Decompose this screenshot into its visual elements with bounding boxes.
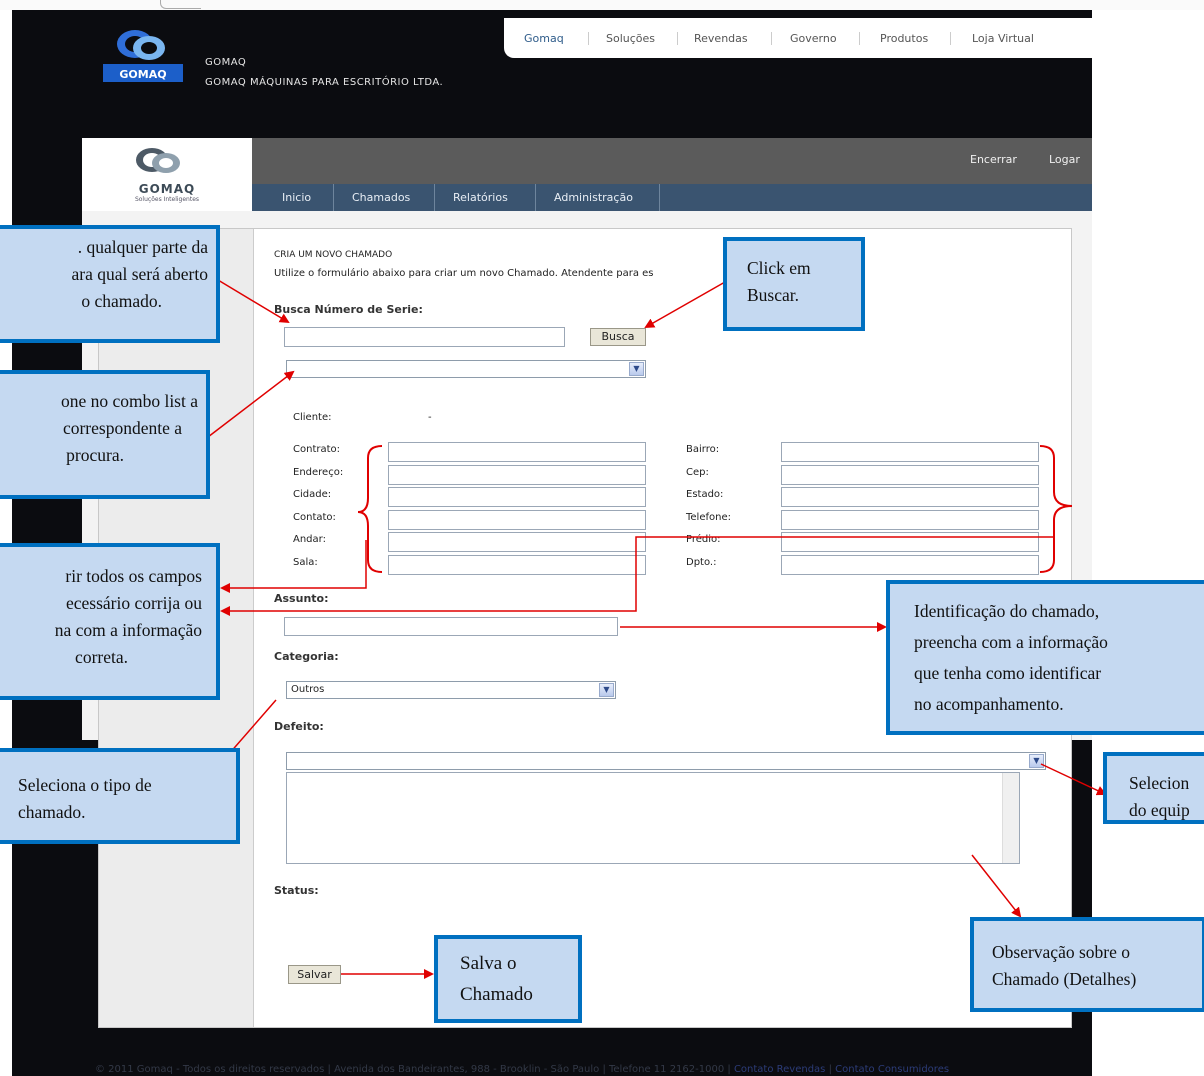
callout-serie-line1: . qualquer parte da <box>77 237 208 257</box>
callout-assunto-line1: Identificação do chamado, <box>914 601 1100 621</box>
callout-defeito-line1: Selecion <box>1129 773 1190 793</box>
arrow-conferir-1 <box>220 540 367 593</box>
callout-conferir: rir todos os campos ecessário corrija ou… <box>0 543 220 700</box>
callout-combo-line3: procura. <box>66 445 124 465</box>
callout-conferir-line2: ecessário corrija ou <box>65 593 202 613</box>
callout-observacao-line1: Observação sobre o <box>992 942 1131 962</box>
callout-busca: Click em Buscar. <box>723 237 865 331</box>
annotation-overlay <box>206 279 1107 979</box>
callout-combo-line2: correspondente a <box>62 418 182 438</box>
callout-salvar-line2: Chamado <box>460 984 533 1005</box>
callout-busca-line1: Click em <box>747 258 811 278</box>
arrow-observacao <box>971 854 1022 918</box>
callout-assunto-line4: no acompanhamento. <box>914 694 1064 714</box>
arrow-serie <box>217 279 290 324</box>
callout-combo: one no combo list a correspondente a pro… <box>0 370 210 499</box>
left-brace <box>357 445 383 573</box>
callout-conferir-line4: correta. <box>75 647 128 667</box>
callout-conferir-line1: rir todos os campos <box>65 566 202 586</box>
callout-observacao-line2: Chamado (Detalhes) <box>992 969 1137 989</box>
callout-assunto: Identificação do chamado, preencha com a… <box>886 580 1204 735</box>
right-brace <box>1039 445 1073 573</box>
arrow-defeito <box>1040 763 1107 796</box>
callout-assunto-line2: preencha com a informação <box>914 632 1108 652</box>
arrow-combo <box>207 370 295 438</box>
callout-salvar: Salva o Chamado <box>434 935 582 1023</box>
callout-categoria-line2: chamado. <box>18 802 86 822</box>
callout-serie-line2: ara qual será aberto <box>71 264 208 284</box>
callout-busca-line2: Buscar. <box>747 285 800 305</box>
callout-observacao: Observação sobre o Chamado (Detalhes) <box>970 917 1204 1012</box>
callout-conferir-line3: na com a informação <box>54 620 202 640</box>
callout-assunto-line3: que tenha como identificar <box>914 663 1102 683</box>
callout-categoria: Seleciona o tipo de chamado. <box>0 748 240 844</box>
callout-combo-line1: one no combo list a <box>60 391 198 411</box>
callout-defeito: Selecion do equip <box>1103 752 1204 824</box>
arrow-busca <box>644 281 726 328</box>
callout-salvar-line1: Salva o <box>460 953 517 974</box>
callout-defeito-line2: do equip <box>1129 800 1190 820</box>
callout-serie-line3: o chamado. <box>81 291 162 311</box>
callout-serie: . qualquer parte da ara qual será aberto… <box>0 225 220 343</box>
callout-categoria-line1: Seleciona o tipo de <box>18 775 152 795</box>
